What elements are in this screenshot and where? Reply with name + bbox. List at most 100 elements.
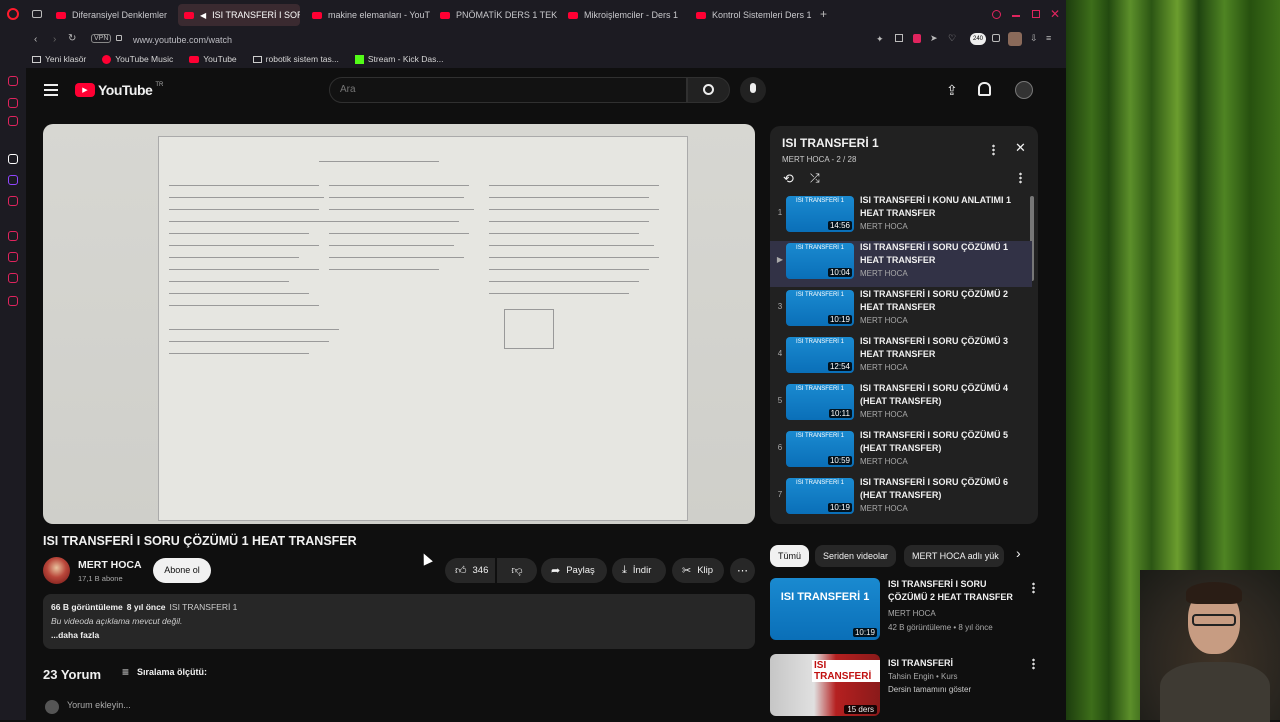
playlist-thumbnail[interactable]: ISI TRANSFERİ 1 10:19 bbox=[786, 478, 854, 514]
video-player[interactable] bbox=[43, 124, 755, 524]
sidebar-clock-icon[interactable] bbox=[8, 252, 18, 262]
bookmark-item[interactable]: YouTube bbox=[189, 54, 237, 64]
extension-badge-icon[interactable]: 240 bbox=[970, 33, 986, 45]
bookmark-item[interactable]: Stream - Kick Das... bbox=[354, 54, 443, 64]
playlist-thumbnail[interactable]: ISI TRANSFERİ 1 10:11 bbox=[786, 384, 854, 420]
browser-tab[interactable]: makine elemanları - YouT bbox=[306, 4, 430, 26]
shield-extension-icon[interactable] bbox=[913, 34, 921, 43]
subscribe-button[interactable]: Abone ol bbox=[153, 558, 211, 583]
clip-button[interactable]: ✂ Klip bbox=[672, 558, 724, 583]
account-avatar[interactable] bbox=[1015, 81, 1033, 99]
download-button[interactable]: ⤓ İndir bbox=[612, 558, 666, 583]
playlist-item-title[interactable]: ISI TRANSFERİ I SORU ÇÖZÜMÜ 2 HEAT TRANS… bbox=[860, 288, 1030, 314]
url-text[interactable]: www.youtube.com/watch bbox=[133, 35, 232, 45]
heart-icon[interactable]: ♡ bbox=[948, 33, 956, 44]
playlist-thumbnail[interactable]: ISI TRANSFERİ 1 10:19 bbox=[786, 290, 854, 326]
browser-tab[interactable]: Mikroişlemciler - Ders 1 bbox=[562, 4, 688, 26]
search-box[interactable] bbox=[329, 77, 687, 103]
sidebar-instagram-icon[interactable] bbox=[8, 154, 18, 164]
playlist-actions-icon[interactable] bbox=[1019, 172, 1022, 184]
sidebar-home-icon[interactable] bbox=[8, 98, 18, 108]
upload-icon[interactable]: ⇪ bbox=[946, 82, 958, 99]
send-icon[interactable]: ➤ bbox=[930, 33, 938, 44]
download-icon[interactable]: ⇩ bbox=[1030, 33, 1038, 44]
chip-channel[interactable]: MERT HOCA adlı yük bbox=[904, 545, 1004, 567]
playlist-item-current[interactable]: ▶ ISI TRANSFERİ 1 10:04 ISI TRANSFERİ I SOR… bbox=[770, 241, 1032, 287]
extensions-icon[interactable] bbox=[992, 34, 1000, 42]
menu-icon[interactable]: ≡ bbox=[1046, 33, 1051, 43]
recommended-title[interactable]: ISI TRANSFERİ bbox=[888, 657, 1028, 670]
sidebar-settings-icon[interactable] bbox=[8, 296, 18, 306]
playlist-thumbnail[interactable]: ISI TRANSFERİ 1 14:56 bbox=[786, 196, 854, 232]
forward-icon[interactable]: › bbox=[53, 34, 56, 45]
playlist-item-title[interactable]: ISI TRANSFERİ I SORU ÇÖZÜMÜ 4 (HEAT TRAN… bbox=[860, 382, 1030, 408]
maximize-icon[interactable] bbox=[1032, 10, 1040, 18]
bookmark-folder[interactable]: robotik sistem tas... bbox=[252, 54, 339, 64]
recommended-thumbnail[interactable]: ISI TRANSFERİ 15 ders bbox=[770, 654, 880, 716]
playlist-item-title[interactable]: ISI TRANSFERİ I SORU ÇÖZÜMÜ 6 (HEAT TRAN… bbox=[860, 476, 1030, 502]
search-input[interactable] bbox=[340, 84, 640, 95]
share-button[interactable]: ➦ Paylaş bbox=[541, 558, 607, 583]
bookmark-icon[interactable]: ✦ bbox=[876, 34, 884, 45]
playlist-thumbnail[interactable]: ISI TRANSFERİ 1 12:54 bbox=[786, 337, 854, 373]
recommended-course[interactable]: ISI TRANSFERİ 15 ders ISI TRANSFERİ Tahs… bbox=[770, 654, 1040, 716]
description-box[interactable]: 66 B görüntüleme 8 yıl önce ISI TRANSFER… bbox=[43, 594, 755, 649]
playlist-item[interactable]: 3 ISI TRANSFERİ 1 10:19 ISI TRANSFERİ I SOR… bbox=[770, 288, 1032, 334]
vpn-badge[interactable]: VPN bbox=[91, 34, 112, 43]
sidebar-aria-icon[interactable] bbox=[8, 76, 18, 86]
hamburger-menu-icon[interactable] bbox=[44, 84, 58, 96]
close-window-icon[interactable]: ✕ bbox=[1050, 7, 1060, 21]
comment-input[interactable]: Yorum ekleyin... bbox=[67, 700, 131, 710]
playlist-item[interactable]: 4 ISI TRANSFERİ 1 12:54 ISI TRANSFERİ I SOR… bbox=[770, 335, 1032, 381]
recommended-more-icon[interactable] bbox=[1032, 582, 1035, 594]
playlist-item-title[interactable]: ISI TRANSFERİ I SORU ÇÖZÜMÜ 5 (HEAT TRAN… bbox=[860, 429, 1030, 455]
chip-series[interactable]: Seriden videolar bbox=[815, 545, 897, 567]
close-playlist-icon[interactable]: ✕ bbox=[1015, 140, 1026, 156]
minimize-icon[interactable] bbox=[1012, 15, 1020, 17]
browser-tab[interactable]: Diferansiyel Denklemler : bbox=[50, 4, 170, 26]
playlist-item[interactable]: 7 ISI TRANSFERİ 1 10:19 ISI TRANSFERİ I SOR… bbox=[770, 476, 1032, 522]
playlist-item-title[interactable]: ISI TRANSFERİ I KONU ANLATIMI 1 HEAT TRA… bbox=[860, 194, 1030, 220]
playlist-title[interactable]: ISI TRANSFERİ 1 bbox=[782, 136, 879, 150]
search-tabs-icon[interactable] bbox=[992, 10, 1001, 19]
search-button[interactable] bbox=[687, 77, 730, 103]
playlist-more-icon[interactable] bbox=[992, 144, 995, 156]
bookmark-folder[interactable]: Yeni klasör bbox=[32, 54, 86, 64]
youtube-logo[interactable]: ▶ YouTube TR bbox=[75, 82, 163, 98]
playlist-item[interactable]: 1 ISI TRANSFERİ 1 14:56 ISI TRANSFERİ I KON… bbox=[770, 194, 1032, 240]
tab-menu-icon[interactable] bbox=[32, 10, 42, 18]
browser-tab[interactable]: PNÖMATİK DERS 1 TEK E bbox=[434, 4, 560, 26]
playlist-item-title[interactable]: ISI TRANSFERİ I SORU ÇÖZÜMÜ 3 HEAT TRANS… bbox=[860, 335, 1030, 361]
like-button[interactable]: 👍︎ 346 bbox=[445, 558, 495, 583]
notifications-bell-icon[interactable] bbox=[978, 82, 991, 96]
chips-next-icon[interactable]: › bbox=[1016, 545, 1021, 561]
playlist-item[interactable]: 6 ISI TRANSFERİ 1 10:59 ISI TRANSFERİ I SOR… bbox=[770, 429, 1032, 475]
opera-logo-icon[interactable] bbox=[7, 8, 19, 20]
recommended-video[interactable]: ISI TRANSFERİ 1 10:19 ISI TRANSFERİ I SO… bbox=[770, 578, 1040, 640]
playlist-thumbnail[interactable]: ISI TRANSFERİ 1 10:59 bbox=[786, 431, 854, 467]
sidebar-messenger-icon[interactable] bbox=[8, 116, 18, 126]
browser-tab[interactable]: Kontrol Sistemleri Ders 1 bbox=[690, 4, 816, 26]
playlist-item-title[interactable]: ISI TRANSFERİ I SORU ÇÖZÜMÜ 1 HEAT TRANS… bbox=[860, 241, 1030, 267]
shuffle-icon[interactable]: ⤮ bbox=[810, 171, 820, 186]
course-link[interactable]: Dersin tamamını göster bbox=[888, 685, 971, 694]
bookmark-item[interactable]: YouTube Music bbox=[102, 54, 173, 64]
sidebar-history-icon[interactable] bbox=[8, 231, 18, 241]
dislike-button[interactable]: 👎︎ bbox=[497, 558, 537, 583]
recommended-more-icon[interactable] bbox=[1032, 658, 1035, 670]
profile-avatar-icon[interactable] bbox=[1008, 32, 1022, 46]
channel-avatar[interactable] bbox=[43, 557, 70, 584]
sidebar-music-icon[interactable] bbox=[8, 196, 18, 206]
playlist-item[interactable]: 5 ISI TRANSFERİ 1 10:11 ISI TRANSFERİ I SOR… bbox=[770, 382, 1032, 428]
sidebar-bookmarks-icon[interactable] bbox=[8, 273, 18, 283]
more-actions-button[interactable]: ⋯ bbox=[730, 558, 755, 583]
reload-icon[interactable]: ↻ bbox=[68, 33, 76, 44]
sidebar-twitch-icon[interactable] bbox=[8, 175, 18, 185]
back-icon[interactable]: ‹ bbox=[34, 34, 37, 45]
recommended-thumbnail[interactable]: ISI TRANSFERİ 1 10:19 bbox=[770, 578, 880, 640]
microphone-button[interactable] bbox=[740, 77, 766, 103]
loop-icon[interactable]: ⟲ bbox=[783, 171, 794, 187]
new-tab-icon[interactable]: + bbox=[820, 7, 827, 21]
show-more-link[interactable]: ...daha fazla bbox=[51, 630, 99, 640]
channel-name[interactable]: MERT HOCA bbox=[78, 559, 142, 571]
